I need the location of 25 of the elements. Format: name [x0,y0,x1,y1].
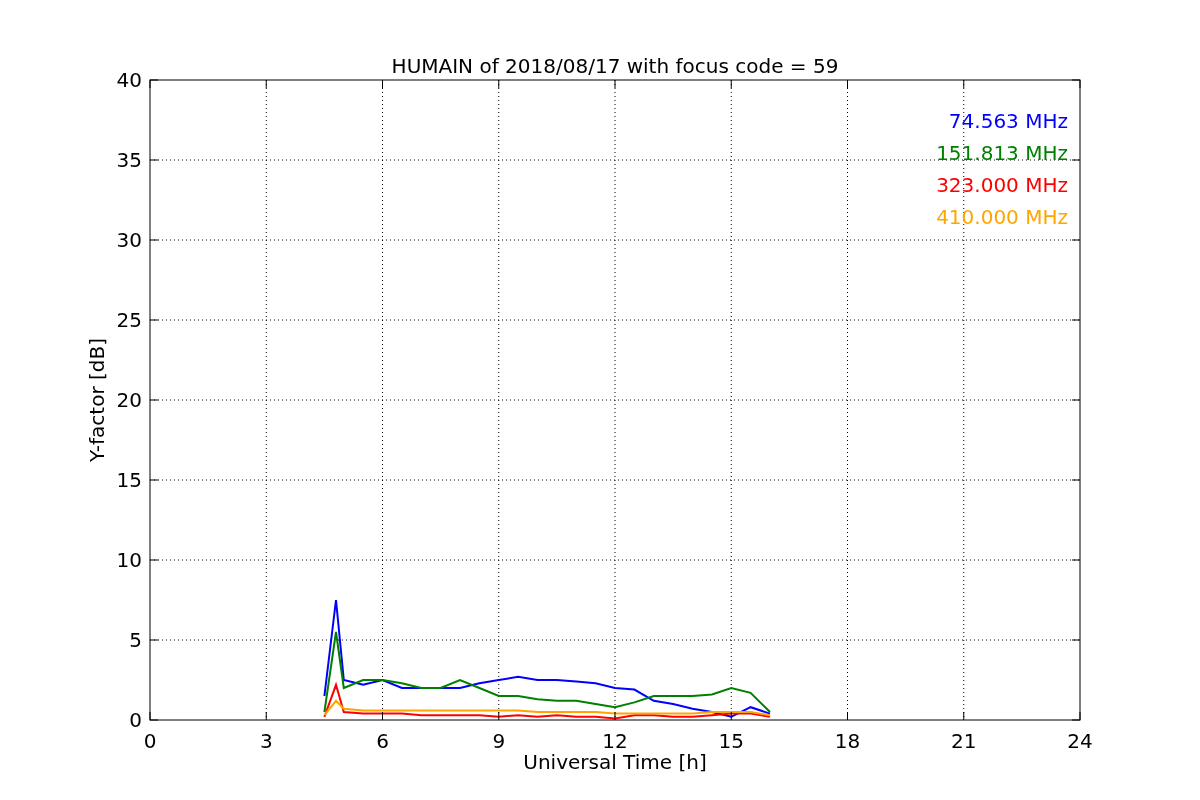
y-tick-label: 10 [116,548,142,572]
legend-label: 74.563 MHz [948,109,1068,133]
x-tick-label: 6 [376,729,389,753]
x-tick-label: 15 [718,729,744,753]
y-tick-label: 5 [129,628,142,652]
y-tick-label: 30 [116,228,142,252]
y-axis-label: Y-factor [dB] [85,338,109,462]
x-tick-label: 21 [951,729,977,753]
x-tick-label: 9 [492,729,506,753]
y-tick-label: 15 [116,468,142,492]
x-tick-label: 24 [1067,729,1093,753]
y-tick-label: 20 [116,388,142,412]
y-tick-label: 25 [116,308,142,332]
x-tick-label: 12 [602,729,628,753]
x-axis-label: Universal Time [h] [523,750,707,774]
legend-label: 323.000 MHz [936,173,1068,197]
x-tick-label: 3 [259,729,273,753]
legend-label: 151.813 MHz [936,141,1068,165]
y-tick-label: 35 [116,148,142,172]
y-tick-label: 0 [129,708,142,732]
legend-label: 410.000 MHz [936,205,1068,229]
chart-title: HUMAIN of 2018/08/17 with focus code = 59 [391,54,839,78]
x-tick-label: 0 [143,729,157,753]
y-tick-label: 40 [116,68,142,92]
x-tick-label: 18 [834,729,861,753]
